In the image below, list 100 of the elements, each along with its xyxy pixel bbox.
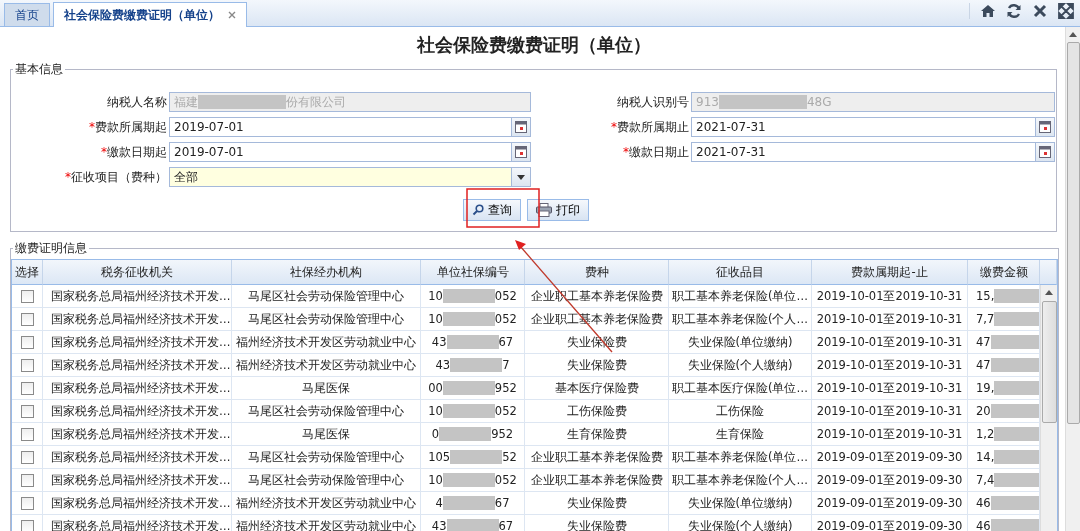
table-cell: 00 952 [421,377,525,400]
redaction-mark [990,358,1039,372]
checkbox[interactable] [20,404,34,418]
home-icon[interactable] [980,3,996,19]
table-cell: 10 052 [421,400,525,423]
table-cell: 7,4 [968,469,1040,492]
column-header: 社保经办机构 [232,260,421,285]
table-cell: 失业保险(单位缴纳) [669,331,812,354]
table-cell: 生育保险 [669,423,812,446]
table-cell: 马尾医保 [232,423,421,446]
print-button[interactable]: 打印 [526,199,589,221]
date-field[interactable]: 2019-07-01 [169,142,531,162]
table-cell: 2019-09-01至2019-09-30 [812,469,968,492]
section-legend: 基本信息 [13,61,65,78]
table-cell: 2019-10-01至2019-10-31 [812,423,968,446]
redaction-mark [450,450,503,464]
redaction-mark [450,358,503,372]
table-cell: 基本医疗保险费 [525,377,669,400]
redaction-mark [994,450,1039,464]
table-cell: 2019-10-01至2019-10-31 [812,354,968,377]
field-label: 纳税人名称 [106,93,167,111]
column-header: 税务征收机关 [43,260,232,285]
checkbox[interactable] [20,289,34,303]
table-cell: 2019-09-01至2019-09-30 [812,492,968,515]
checkbox[interactable] [20,519,34,531]
table-cell: 19, [968,377,1040,400]
table-cell: 105 52 [421,446,525,469]
redaction-mark [446,519,499,531]
scroll-up-icon[interactable] [1069,31,1077,39]
table-cell: 国家税务总局福州经济技术开发… [43,423,232,446]
table-cell: 国家税务总局福州经济技术开发… [43,285,232,308]
dropdown-arrow-icon[interactable] [517,174,525,180]
table-cell: 企业职工基本养老保险费 [525,469,669,492]
table-cell: 马尾区社会劳动保险管理中心 [232,308,421,331]
calendar-icon[interactable] [1039,146,1051,158]
scrollbar[interactable] [1065,27,1080,531]
table-cell: 福州经济技术开发区劳动就业中心 [232,515,421,531]
table-cell: 企业职工基本养老保险费 [525,446,669,469]
table-cell: 职工基本养老保险(单位… [669,285,812,308]
table-cell: 1,2 [968,423,1040,446]
table-cell: 4 67 [421,492,525,515]
table-cell: 2019-10-01至2019-10-31 [812,285,968,308]
calendar-icon[interactable] [515,121,527,133]
table-cell: 失业保险费 [525,354,669,377]
table-cell: 失业保险(个人缴纳) [669,515,812,531]
column-header: 费款属期起-止 [812,260,968,285]
table-cell: 国家税务总局福州经济技术开发… [43,308,232,331]
checkbox[interactable] [20,496,34,510]
tab[interactable]: 首页 [4,3,50,26]
checkbox[interactable] [20,427,34,441]
column-header: 选择 [12,260,43,285]
table-cell: 马尾医保 [232,377,421,400]
calendar-icon[interactable] [1039,121,1051,133]
table-cell: 2019-10-01至2019-10-31 [812,308,968,331]
scrollbar[interactable] [1040,285,1057,531]
table-cell: 2019-10-01至2019-10-31 [812,377,968,400]
field-label: *征收项目（费种） [64,168,167,186]
checkbox[interactable] [20,335,34,349]
redaction-mark [442,473,495,487]
close-icon[interactable] [1032,3,1048,19]
redaction-mark [990,404,1039,418]
tab[interactable]: 社会保险费缴费证明（单位） [53,2,247,27]
scroll-up-icon[interactable] [1045,289,1053,297]
redaction-mark [994,381,1039,395]
table-cell: 10 052 [421,285,525,308]
date-field[interactable]: 2021-07-31 [691,117,1055,137]
table-cell: 国家税务总局福州经济技术开发… [43,492,232,515]
redaction-mark [994,312,1039,326]
table-cell: 46 [968,515,1040,531]
checkbox[interactable] [20,450,34,464]
redaction-mark [994,289,1039,303]
table-cell: 47 [968,354,1040,377]
dropdown-field[interactable]: 全部 [169,167,531,187]
table-cell: 福州经济技术开发区劳动就业中心 [232,354,421,377]
field-label: *缴款日期止 [622,143,689,161]
fullscreen-icon[interactable] [1058,3,1074,19]
refresh-icon[interactable] [1006,3,1022,19]
table-cell: 2019-09-01至2019-09-30 [812,515,968,531]
table-cell: 2019-10-01至2019-10-31 [812,331,968,354]
table-cell: 马尾区社会劳动保险管理中心 [232,446,421,469]
table-cell: 2019-09-01至2019-09-30 [812,446,968,469]
calendar-icon[interactable] [515,146,527,158]
table-cell: 失业保险(个人缴纳) [669,354,812,377]
table-cell: 生育保险费 [525,423,669,446]
search-button[interactable]: 查询 [462,199,521,221]
column-header: 费种 [525,260,669,285]
checkbox[interactable] [20,358,34,372]
date-field[interactable]: 2021-07-31 [691,142,1055,162]
field-label: *费款所属期起 [88,118,167,136]
date-field[interactable]: 2019-07-01 [169,117,531,137]
table-cell: 失业保险费 [525,331,669,354]
checkbox[interactable] [20,473,34,487]
table-cell: 失业保险费 [525,515,669,531]
checkbox[interactable] [20,381,34,395]
checkbox[interactable] [20,312,34,326]
redaction-mark [994,427,1039,441]
redaction-mark [990,496,1039,510]
close-icon[interactable] [228,11,236,19]
redaction-mark [446,335,499,349]
table-cell: 职工基本医疗保险(单位… [669,377,812,400]
